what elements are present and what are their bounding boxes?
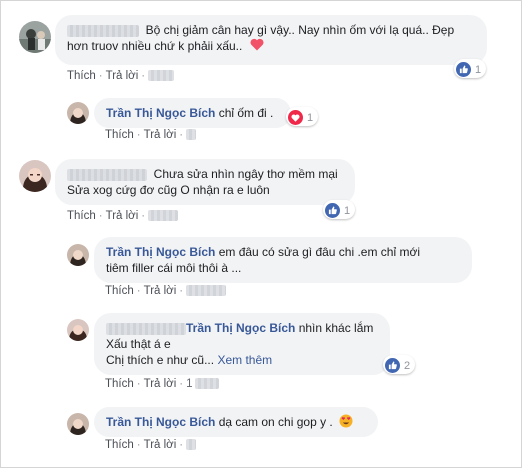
commenter-name[interactable]: Trần Thị Ngọc Bích bbox=[106, 245, 215, 259]
reaction-count: 2 bbox=[404, 359, 411, 372]
comment-text-line3: Chị thích e như cũ... bbox=[106, 353, 215, 367]
comment-thread: Bộ chị giảm cân hay gì vậy.. Nay nhìn ốm… bbox=[0, 0, 522, 468]
avatar[interactable] bbox=[67, 413, 89, 435]
blurred-timestamp bbox=[186, 129, 197, 141]
commenter-name[interactable]: Trần Thị Ngọc Bích bbox=[106, 106, 215, 120]
reaction-summary[interactable]: 1 bbox=[323, 200, 356, 219]
comment-text: Chưa sửa nhìn ngây thơ mềm mại bbox=[153, 167, 338, 181]
comment-bubble: Trần Thị Ngọc Bích nhìn khác lắm Xấu thậ… bbox=[94, 313, 390, 375]
comment-text-line2: Sửa xog cứg đơ cũg O nhận ra e luôn bbox=[67, 183, 270, 197]
reaction-summary[interactable]: 2 bbox=[383, 355, 416, 374]
comment-bubble: Trần Thị Ngọc Bích em đâu có sửa gì đâu … bbox=[94, 237, 472, 283]
comment-text: dạ cam on chi gop y . bbox=[218, 415, 333, 430]
comment-text: em đâu có sửa gì đâu chi .em chỉ mới bbox=[218, 245, 421, 259]
see-more-link[interactable]: Xem thêm bbox=[217, 353, 272, 367]
comment-bubble: Chưa sửa nhìn ngây thơ mềm mại Sửa xog c… bbox=[55, 159, 355, 205]
reply-link[interactable]: Trả lời bbox=[106, 70, 139, 82]
avatar[interactable] bbox=[67, 319, 89, 341]
like-link[interactable]: Thích bbox=[105, 439, 134, 451]
reply-link[interactable]: Trả lời bbox=[144, 439, 177, 451]
reply-link[interactable]: Trả lời bbox=[144, 285, 177, 297]
reply-link[interactable]: Trả lời bbox=[144, 378, 177, 390]
blurred-timestamp bbox=[148, 70, 175, 82]
timestamp[interactable]: 1 bbox=[186, 378, 192, 390]
comment-text: nhìn khác lắm bbox=[298, 321, 374, 335]
blurred-timestamp bbox=[194, 378, 219, 390]
comment-actions: Thích · Trả lời · bbox=[105, 129, 197, 141]
avatar[interactable] bbox=[67, 102, 89, 124]
love-icon bbox=[288, 110, 303, 125]
blurred-name bbox=[67, 24, 139, 37]
comment-text-line2: tiêm filler cái môi thôi à ... bbox=[106, 261, 242, 275]
like-link[interactable]: Thích bbox=[67, 210, 96, 222]
avatar[interactable] bbox=[67, 244, 89, 266]
reaction-count: 1 bbox=[475, 63, 482, 76]
reply-link[interactable]: Trả lời bbox=[106, 210, 139, 222]
like-icon bbox=[456, 62, 471, 77]
blurred-timestamp bbox=[148, 210, 179, 222]
comment-text-line2: Xấu thật á e bbox=[106, 337, 171, 351]
comment-actions: Thích · Trả lời · bbox=[105, 439, 197, 451]
comment-text: chỉ ốm đi . bbox=[218, 106, 274, 120]
like-icon bbox=[385, 358, 400, 373]
like-link[interactable]: Thích bbox=[105, 129, 134, 141]
comment-bubble: Bộ chị giảm cân hay gì vậy.. Nay nhìn ốm… bbox=[55, 15, 487, 65]
tagged-name[interactable]: Trần Thị Ngọc Bích bbox=[186, 321, 295, 335]
blurred-timestamp bbox=[186, 439, 197, 451]
reply-link[interactable]: Trả lời bbox=[144, 129, 177, 141]
like-link[interactable]: Thích bbox=[67, 70, 96, 82]
reaction-summary[interactable]: 1 bbox=[286, 107, 319, 126]
heart-emoji-icon bbox=[250, 38, 264, 55]
blurred-name bbox=[106, 322, 186, 335]
blurred-timestamp bbox=[186, 285, 227, 297]
comment-bubble: Trần Thị Ngọc Bích chỉ ốm đi . bbox=[94, 98, 291, 128]
comment-actions: Thích · Trả lời · 1 bbox=[105, 378, 219, 390]
comment-bubble: Trần Thị Ngọc Bích dạ cam on chi gop y . bbox=[94, 407, 378, 437]
like-link[interactable]: Thích bbox=[105, 378, 134, 390]
comment-text: Bộ chị giảm cân hay gì vậy.. Nay nhìn ốm… bbox=[145, 23, 455, 37]
commenter-name[interactable]: Trần Thị Ngọc Bích bbox=[106, 415, 215, 429]
comment-actions: Thích · Trả lời · bbox=[67, 210, 179, 222]
blurred-name bbox=[67, 168, 147, 181]
heart-eyes-emoji-icon bbox=[339, 414, 353, 432]
reaction-count: 1 bbox=[344, 204, 351, 217]
comment-actions: Thích · Trả lời · bbox=[67, 70, 175, 82]
reaction-summary[interactable]: 1 bbox=[454, 59, 487, 78]
avatar[interactable] bbox=[19, 21, 51, 53]
comment-text-line2: hơn truov nhiều chứ k phảii xấu.. bbox=[67, 39, 243, 53]
like-icon bbox=[325, 203, 340, 218]
comment-actions: Thích · Trả lời · bbox=[105, 285, 227, 297]
like-link[interactable]: Thích bbox=[105, 285, 134, 297]
avatar[interactable] bbox=[19, 160, 51, 192]
reaction-count: 1 bbox=[307, 111, 314, 124]
